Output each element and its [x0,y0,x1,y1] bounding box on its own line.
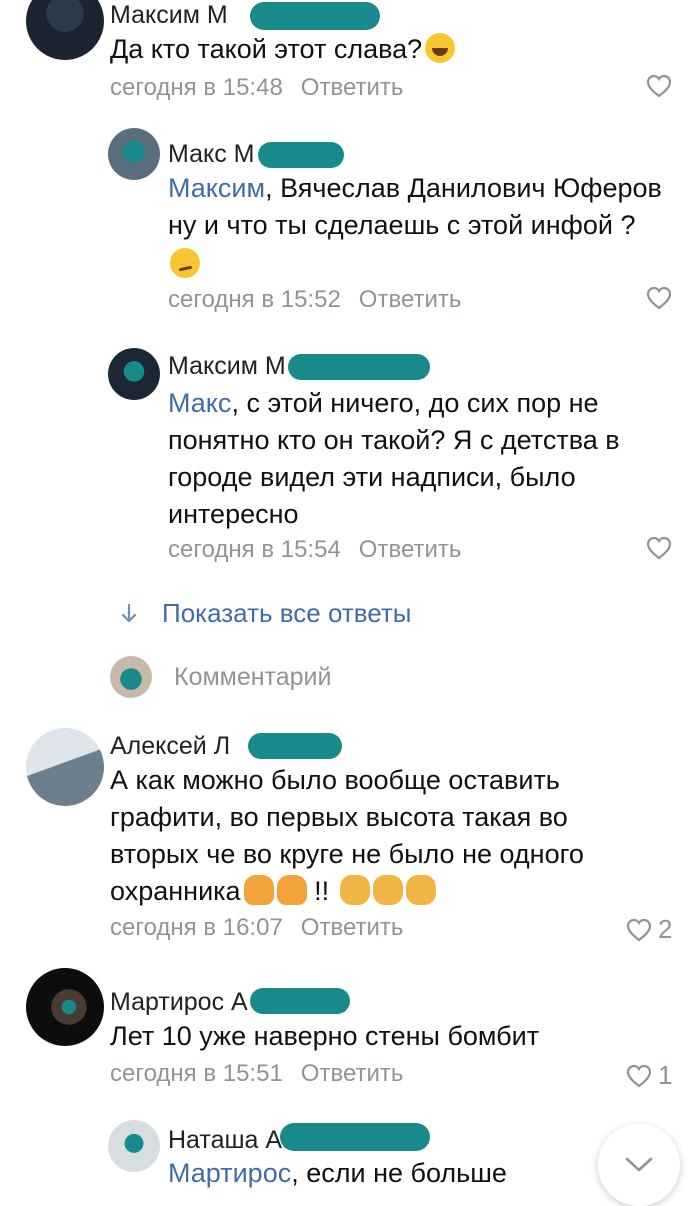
comment-author[interactable]: Максим М [110,1,228,30]
avatar[interactable] [108,348,160,400]
comment-meta: сегодня в 16:07 Ответить [110,914,403,942]
comment-text: Мартирос, если не больше [168,1155,507,1192]
comment-time: сегодня в 15:51 [110,1060,283,1087]
mention-link[interactable]: Максим [168,173,265,203]
redaction-mark [288,354,430,380]
comment-text: Да кто такой этот слава? [110,31,456,68]
comment-author[interactable]: Макс М [168,140,255,169]
like-button[interactable] [646,74,672,98]
avatar[interactable] [26,0,104,60]
reply-button[interactable]: Ответить [359,536,462,563]
grinning-emoji-icon [425,33,456,63]
arrow-down-icon [121,603,137,622]
redaction-mark [250,2,380,30]
reply-button[interactable]: Ответить [359,286,462,313]
reply-button[interactable]: Ответить [301,1060,404,1087]
comment-time: сегодня в 15:48 [110,74,283,101]
comment-meta: сегодня в 15:52 Ответить [168,286,461,314]
comment-author[interactable]: Мартирос А [110,988,248,1017]
my-avatar [110,656,152,698]
redaction-mark [258,142,344,168]
scroll-down-button[interactable] [598,1124,680,1206]
comment-text: Лет 10 уже наверно стены бомбит [110,1018,539,1055]
comment-text: Максим, Вячеслав Данилович Юферов ну и ч… [168,170,668,283]
comment-text-tail: !! [314,876,330,906]
like-button[interactable]: 2 [626,914,672,945]
avatar[interactable] [26,968,104,1046]
facepalm-emoji-icon [405,875,436,905]
reply-button[interactable]: Ответить [301,74,404,101]
comment-meta: сегодня в 15:51 Ответить [110,1060,403,1088]
comment-input[interactable]: Комментарий [110,656,331,698]
avatar[interactable] [108,128,160,180]
heart-outline-icon [646,286,672,310]
avatar[interactable] [26,728,104,806]
comment-text-body: , с этой ничего, до сих пор не понятно к… [168,388,620,529]
comment-time: сегодня в 15:52 [168,286,341,313]
comment-time: сегодня в 15:54 [168,536,341,563]
heart-outline-icon [646,74,672,98]
like-count: 1 [658,1060,673,1090]
like-button[interactable] [646,286,672,310]
comment-time: сегодня в 16:07 [110,914,283,941]
redaction-mark [280,1123,430,1151]
reply-button[interactable]: Ответить [301,914,404,941]
comment-meta: сегодня в 15:48 Ответить [110,74,403,102]
redaction-mark [250,988,350,1014]
shrug-emoji-icon [276,875,307,905]
comment-text-part: Да кто такой этот слава? [110,34,423,64]
shrug-emoji-icon [243,875,274,905]
comment-text-body: Лет 10 уже наверно стены бомбит [110,1021,540,1051]
comment-author[interactable]: Алексей Л [110,732,230,761]
mention-link[interactable]: Мартирос [168,1158,291,1188]
smirk-emoji-icon [170,248,200,278]
mention-link[interactable]: Макс [168,388,231,418]
show-all-replies-button[interactable]: Показать все ответы [120,598,411,629]
comment-meta: сегодня в 15:54 Ответить [168,536,461,564]
comment-author[interactable]: Наташа А [168,1126,282,1155]
heart-outline-icon [626,918,652,941]
facepalm-emoji-icon [339,875,370,905]
show-all-label: Показать все ответы [162,598,412,628]
comment-text: А как можно было вообще оставить графити… [110,762,620,910]
like-button[interactable] [646,536,672,560]
comment-text-body: , если не больше [291,1158,507,1188]
avatar[interactable] [108,1120,160,1172]
like-button[interactable]: 1 [626,1060,672,1091]
like-count: 2 [658,914,673,944]
comment-text: Макс, с этой ничего, до сих пор не понят… [168,385,638,533]
heart-outline-icon [646,536,672,560]
facepalm-emoji-icon [372,875,403,905]
comment-author[interactable]: Максим М [168,352,286,381]
heart-outline-icon [626,1064,652,1087]
redaction-mark [248,733,342,759]
comment-input-placeholder: Комментарий [174,662,332,691]
chevron-down-icon [625,1157,653,1172]
